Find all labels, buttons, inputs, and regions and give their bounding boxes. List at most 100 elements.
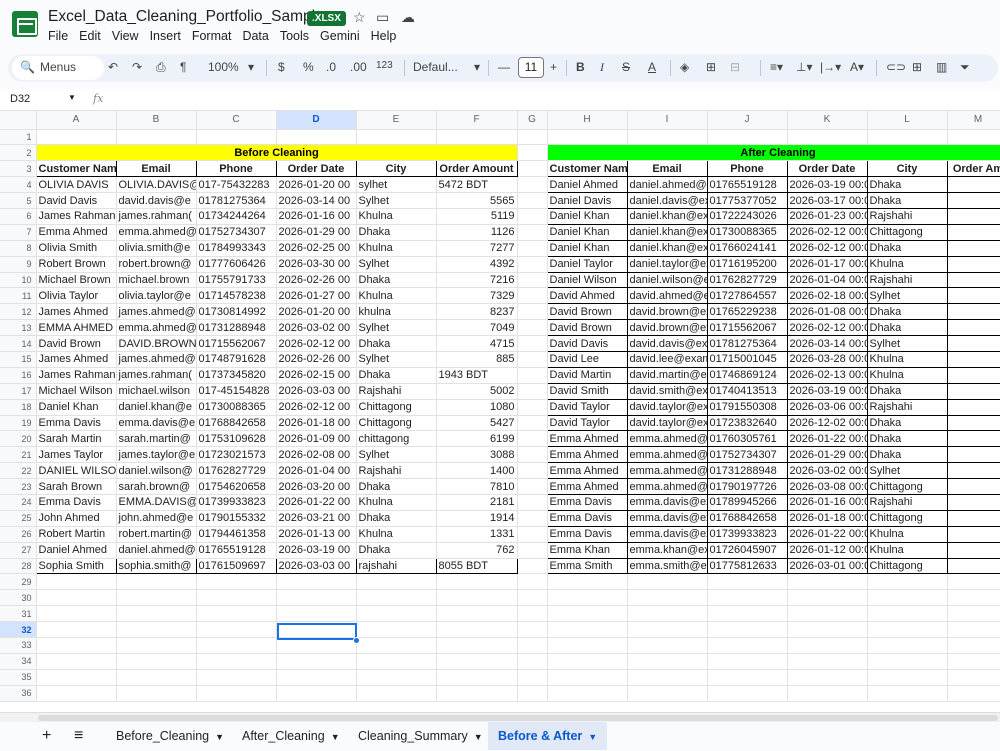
after-data-cell[interactable]: 2026-02-12 00:0: [786, 319, 868, 337]
before-data-cell[interactable]: chittagong: [356, 430, 437, 448]
before-data-cell[interactable]: 01755791733: [196, 272, 277, 289]
cell[interactable]: [547, 589, 628, 607]
after-header-cell[interactable]: Customer Name: [546, 160, 628, 178]
before-data-cell[interactable]: 2181: [436, 494, 518, 511]
before-data-cell[interactable]: OLIVIA.DAVIS@: [116, 176, 197, 194]
after-header-cell[interactable]: City: [866, 160, 948, 178]
column-header-m[interactable]: M: [947, 111, 1000, 130]
before-data-cell[interactable]: 5565: [436, 192, 518, 209]
before-data-cell[interactable]: John Ahmed: [36, 510, 117, 527]
cell[interactable]: [627, 669, 708, 686]
before-data-cell[interactable]: james.taylor@e: [116, 446, 197, 464]
before-data-cell[interactable]: emma.ahmed@: [116, 224, 197, 241]
after-data-cell[interactable]: Dhaka: [866, 415, 948, 432]
before-data-cell[interactable]: Dhaka: [356, 335, 437, 352]
before-data-cell[interactable]: 1331: [436, 526, 518, 543]
after-data-cell[interactable]: 01791550308: [706, 399, 788, 416]
before-data-cell[interactable]: 01765519128: [196, 542, 277, 559]
after-data-cell[interactable]: 2026-01-29 00:0: [786, 446, 868, 464]
cell[interactable]: [356, 573, 437, 591]
before-data-cell[interactable]: 7329: [436, 287, 518, 305]
cell[interactable]: [517, 256, 548, 273]
after-data-cell[interactable]: 2026-01-08 00:0: [786, 303, 868, 321]
before-data-cell[interactable]: Sophia Smith: [35, 558, 117, 575]
before-data-cell[interactable]: emma.ahmed@: [116, 319, 197, 337]
cell[interactable]: [116, 685, 197, 702]
name-box-chevron-down-icon[interactable]: ▼: [68, 93, 76, 102]
after-data-cell[interactable]: daniel.wilson@e: [626, 272, 708, 289]
font-size-input[interactable]: 11: [518, 57, 544, 78]
before-data-cell[interactable]: EMMA.DAVIS@: [116, 494, 197, 511]
zoom-chevron-down-icon[interactable]: ▾: [248, 60, 254, 74]
currency-format-button[interactable]: $: [278, 60, 285, 74]
after-data-cell[interactable]: [946, 430, 1000, 448]
before-data-cell[interactable]: 5472 BDT: [436, 176, 518, 194]
cell[interactable]: [36, 589, 117, 607]
before-data-cell[interactable]: Rajshahi: [356, 383, 437, 400]
cell[interactable]: [517, 558, 548, 575]
after-data-cell[interactable]: 2026-01-12 00:0: [786, 542, 868, 559]
after-data-cell[interactable]: david.davis@exa: [626, 335, 708, 352]
after-data-cell[interactable]: Emma Davis: [546, 526, 628, 543]
before-data-cell[interactable]: rajshahi: [355, 558, 437, 575]
after-header-cell[interactable]: Order Am: [946, 160, 1000, 178]
after-data-cell[interactable]: Emma Ahmed: [546, 446, 628, 464]
after-data-cell[interactable]: 2026-02-18 00:0: [786, 287, 868, 305]
row-header[interactable]: 15: [0, 351, 37, 368]
after-data-cell[interactable]: Sylhet: [866, 462, 948, 480]
cell[interactable]: [276, 589, 357, 607]
before-data-cell[interactable]: Daniel Khan: [36, 399, 117, 416]
after-data-cell[interactable]: Daniel Wilson: [546, 272, 628, 289]
before-data-cell[interactable]: 01794461358: [196, 526, 277, 543]
decrease-decimal-button[interactable]: .0: [326, 60, 336, 74]
before-data-cell[interactable]: 2026-01-22 00: [276, 494, 357, 511]
menu-format[interactable]: Format: [192, 29, 232, 43]
before-data-cell[interactable]: 01753109628: [196, 430, 277, 448]
before-data-cell[interactable]: Dhaka: [356, 367, 437, 384]
fill-color-icon[interactable]: ◈: [680, 60, 689, 74]
after-data-cell[interactable]: Emma Davis: [546, 510, 628, 527]
after-data-cell[interactable]: David Davis: [546, 335, 628, 352]
after-data-cell[interactable]: 2026-03-01 00:0: [786, 558, 868, 575]
after-data-cell[interactable]: 01731288948: [706, 462, 788, 480]
after-data-cell[interactable]: [946, 192, 1000, 209]
cell[interactable]: [517, 335, 548, 352]
after-data-cell[interactable]: 01716195200: [706, 256, 788, 273]
row-header[interactable]: 23: [0, 478, 37, 495]
after-data-cell[interactable]: Dhaka: [866, 446, 948, 464]
cell[interactable]: [867, 653, 948, 670]
cell[interactable]: [517, 573, 548, 591]
after-data-cell[interactable]: David Lee: [546, 351, 628, 368]
before-data-cell[interactable]: 2026-03-21 00: [276, 510, 357, 527]
after-data-cell[interactable]: Rajshahi: [866, 208, 948, 225]
before-data-cell[interactable]: 3088: [436, 446, 518, 464]
after-data-cell[interactable]: Rajshahi: [866, 272, 948, 289]
row-header[interactable]: 2: [0, 144, 37, 162]
cell[interactable]: [947, 129, 1000, 146]
cell[interactable]: [196, 573, 277, 591]
cell[interactable]: [196, 605, 277, 623]
cell[interactable]: [517, 224, 548, 241]
cell[interactable]: [787, 573, 868, 591]
before-data-cell[interactable]: 017-75432283: [196, 176, 277, 194]
scrollbar-thumb[interactable]: [38, 715, 998, 721]
column-header-e[interactable]: E: [356, 111, 437, 130]
after-data-cell[interactable]: [946, 399, 1000, 416]
font-select[interactable]: Defaul...: [413, 60, 458, 74]
row-header[interactable]: 34: [0, 653, 37, 670]
after-data-cell[interactable]: emma.ahmed@e: [626, 430, 708, 448]
after-data-cell[interactable]: Daniel Taylor: [546, 256, 628, 273]
cell[interactable]: [787, 637, 868, 654]
menu-data[interactable]: Data: [242, 29, 268, 43]
before-data-cell[interactable]: khulna: [356, 303, 437, 321]
increase-decimal-button[interactable]: .00: [350, 60, 367, 74]
cell[interactable]: [196, 589, 277, 607]
after-data-cell[interactable]: david.lee@exam: [626, 351, 708, 368]
sheet-tab-cleaning-summary[interactable]: Cleaning_Summary ▼: [348, 722, 493, 750]
star-icon[interactable]: ☆: [353, 9, 366, 26]
column-header-a[interactable]: A: [36, 111, 117, 130]
cell[interactable]: [517, 526, 548, 543]
cell[interactable]: [947, 589, 1000, 607]
before-header-cell[interactable]: City: [355, 160, 437, 178]
before-data-cell[interactable]: sarah.martin@: [116, 430, 197, 448]
